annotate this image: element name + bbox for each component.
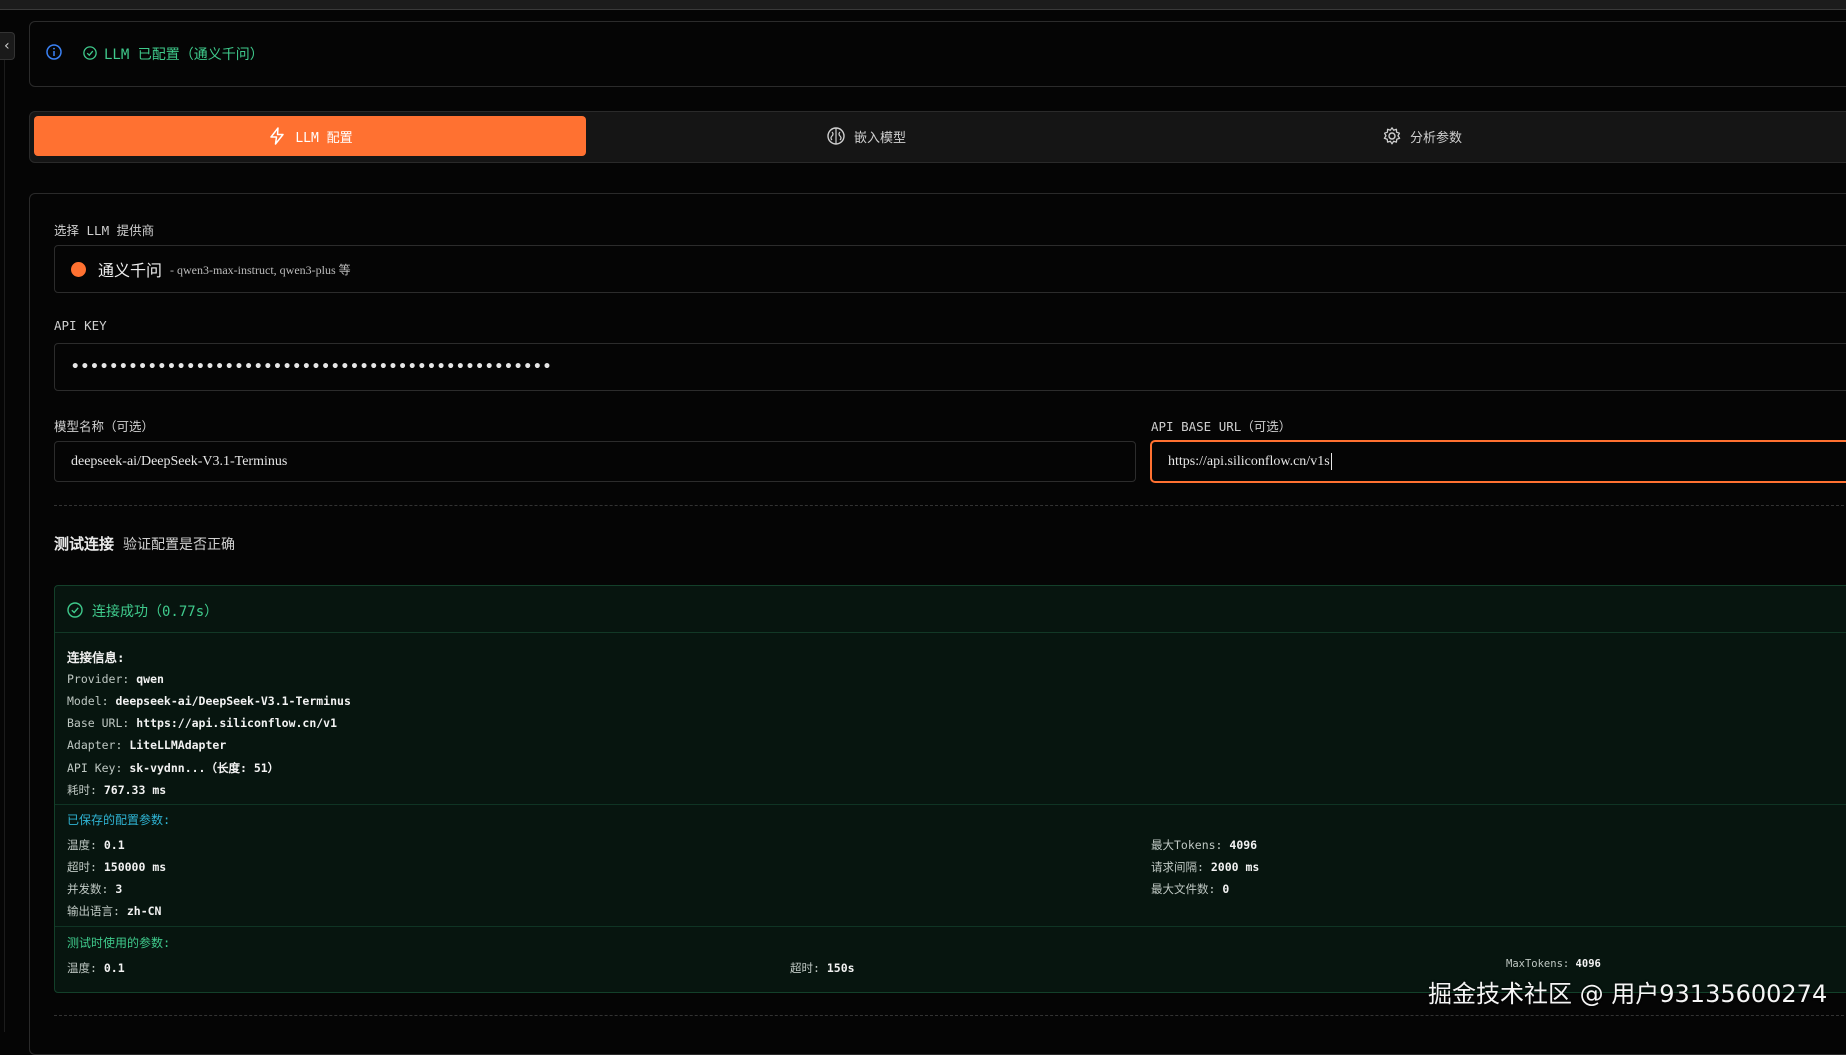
model-name-input[interactable]: deepseek-ai/DeepSeek-V3.1-Terminus [54, 441, 1136, 482]
check-circle-icon [83, 46, 97, 60]
info-api-key: API Key: sk-vydnn...（长度: 51） [67, 761, 280, 775]
check-circle-icon [67, 602, 83, 618]
saved-output-language: 输出语言: zh-CN [67, 904, 162, 918]
lightning-icon [270, 127, 285, 145]
info-base-url: Base URL: https://api.siliconflow.cn/v1 [67, 716, 338, 730]
tab-analysis-params[interactable]: 分析参数 [1146, 116, 1698, 156]
tab-label: 嵌入模型 [853, 130, 906, 146]
provider-color-dot [71, 261, 86, 277]
saved-temperature: 温度: 0.1 [67, 838, 125, 852]
divider [54, 505, 1846, 506]
base-url-value: https://api.siliconflow.cn/v1s [1168, 453, 1330, 469]
settings-tabs: LLM 配置 嵌入模型 分析参数 [29, 111, 1846, 163]
window-top-edge [0, 0, 1846, 10]
info-icon [46, 44, 62, 60]
saved-request-interval: 请求间隔: 2000 ms [1151, 860, 1260, 874]
saved-max-tokens: 最大Tokens: 4096 [1151, 838, 1258, 852]
info-elapsed: 耗时: 767.33 ms [67, 783, 167, 797]
api-key-value: ••••••••••••••••••••••••••••••••••••••••… [71, 359, 553, 375]
brain-icon [827, 127, 845, 145]
gear-icon [1383, 127, 1401, 145]
test-params-title: 测试时使用的参数: [67, 936, 171, 950]
result-header: 连接成功（0.77s） [55, 586, 1846, 633]
tab-label: 分析参数 [1409, 130, 1462, 146]
status-text: LLM 已配置（通义千问） [104, 47, 264, 63]
test-timeout: 超时: 150s [790, 961, 855, 975]
saved-timeout: 超时: 150000 ms [67, 860, 167, 874]
watermark: 掘金技术社区 @ 用户93135600274 [1428, 980, 1828, 1008]
config-status-bar: LLM 已配置（通义千问） [29, 21, 1846, 87]
api-key-input[interactable]: ••••••••••••••••••••••••••••••••••••••••… [54, 343, 1846, 391]
info-model: Model: deepseek-ai/DeepSeek-V3.1-Terminu… [67, 694, 351, 708]
llm-config-card: 选择 LLM 提供商 通义千问 - qwen3-max-instruct, qw… [29, 193, 1846, 1055]
tab-llm-config[interactable]: LLM 配置 [34, 116, 586, 156]
left-rail [0, 60, 5, 1032]
connection-result-panel: 连接成功（0.77s） 连接信息: Provider: qwen Model: … [54, 585, 1846, 993]
test-subtitle: 验证配置是否正确 [123, 537, 236, 553]
model-name-label: 模型名称（可选） [54, 419, 155, 434]
test-connection-title: 测试连接 验证配置是否正确 [54, 533, 235, 554]
provider-label: 选择 LLM 提供商 [54, 223, 155, 238]
provider-name: 通义千问 [98, 261, 163, 280]
chevron-left-icon: ‹ [2, 38, 12, 54]
separator [55, 926, 1846, 927]
saved-concurrency: 并发数: 3 [67, 882, 123, 896]
divider [54, 1015, 1846, 1016]
info-adapter: Adapter: LiteLLMAdapter [67, 738, 227, 752]
saved-max-files: 最大文件数: 0 [1151, 882, 1230, 896]
info-title: 连接信息: [67, 650, 125, 665]
info-provider: Provider: qwen [67, 672, 164, 686]
tab-embedding-model[interactable]: 嵌入模型 [590, 116, 1142, 156]
test-title: 测试连接 [54, 535, 115, 553]
provider-description: - qwen3-max-instruct, qwen3-plus 等 [170, 262, 351, 277]
api-key-label: API KEY [54, 318, 107, 333]
saved-params-title: 已保存的配置参数: [67, 813, 171, 827]
base-url-input[interactable]: https://api.siliconflow.cn/v1s [1151, 441, 1846, 482]
test-max-tokens: MaxTokens: 4096 [1506, 958, 1601, 970]
text-caret [1330, 453, 1332, 470]
test-temperature: 温度: 0.1 [67, 961, 125, 975]
provider-select[interactable]: 通义千问 - qwen3-max-instruct, qwen3-plus 等 [54, 245, 1846, 293]
model-name-value: deepseek-ai/DeepSeek-V3.1-Terminus [71, 453, 288, 469]
separator [55, 804, 1846, 805]
result-header-text: 连接成功（0.77s） [92, 604, 219, 620]
tab-label: LLM 配置 [295, 130, 353, 146]
collapse-sidebar-button[interactable]: ‹ [0, 32, 15, 60]
base-url-label: API BASE URL（可选） [1151, 419, 1292, 434]
